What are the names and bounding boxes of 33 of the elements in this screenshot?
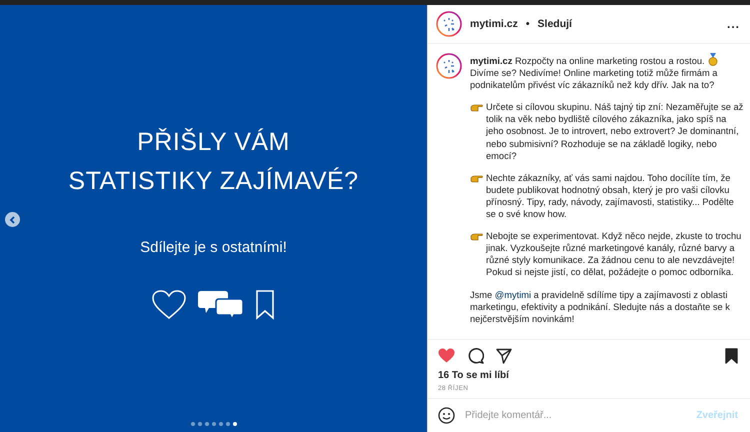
- heart-icon: [152, 290, 186, 320]
- chevron-left-icon: [9, 216, 16, 224]
- caption-text: Divíme se? Nedivíme! Online marketing totiž může firmám a podnikatelům přivést víc zákazníků než kdy dřív. Jak na to?: [470, 67, 718, 92]
- slide-subtitle: Sdílejte je s ostatními!: [140, 239, 287, 256]
- more-options[interactable]: ...: [726, 17, 740, 31]
- pointing-hand-icon: [470, 232, 483, 242]
- caption-text: Jsme @mytimi a pravidelně sdílíme tipy a zajímavosti z oblasti marketingu, efektivity a podnikání. Sledujte nás a dostaňte se k nejčerstvějším novinkám!: [470, 288, 731, 325]
- tip-text: Určete si cílovou skupinu. Náš tajný tip zní: Nezaměřujte se až tolik na věk nebo bydliště cílového zákazníka, jako spíš na jeho osobnost. Je to introvert, nebo extrovert? Je dominantní, nebo submisivní? Rozhoduje se na základě logiky, nebo emocí?: [486, 101, 744, 162]
- pointing-hand-icon: [470, 174, 483, 183]
- tip-text: Nechte zákazníky, ať vás sami najdou. Toho docílíte tím, že budete publikovat hodnotný obsah, který je pro vaši cílovku přínosný. Tipy, rady, návody, zajímavosti, statistiky... Podělte se o své know how.: [486, 172, 735, 220]
- follow-status[interactable]: Sledují: [538, 18, 572, 30]
- tip-text: Nebojte se experimentovat. Když něco nejde, zkuste to trochu jinak. Vyzkoušejte různé marketingové kanály, různé barvy a různé styly komunikace. Za žádnou cenu to ale nevzdávejte! Pokud si nejste jistí, co dělat, požádejte o pomoc odborníka.: [486, 230, 742, 278]
- username[interactable]: mytimi.cz: [470, 18, 518, 30]
- avatar-icon: [436, 11, 462, 37]
- chat-bubbles-icon: [198, 290, 243, 320]
- separator-dot: •: [526, 18, 530, 30]
- medal-icon: [708, 53, 718, 66]
- like-button[interactable]: [438, 348, 455, 363]
- comment-field[interactable]: Přidejte komentář...: [463, 409, 688, 422]
- caption-text: Rozpočty na online marketing rostou a rostou.: [514, 56, 705, 66]
- share-button[interactable]: [496, 348, 512, 364]
- bookmark-icon: [255, 290, 275, 320]
- emoji-icon[interactable]: [438, 407, 455, 424]
- like-count[interactable]: 16 To se mi líbí: [428, 367, 750, 381]
- save-button[interactable]: [725, 348, 738, 364]
- previous-button[interactable]: [5, 212, 20, 227]
- slide-title: STATISTIKY ZAJÍMAVÉ?: [68, 166, 359, 197]
- pointing-hand-icon: [470, 103, 483, 112]
- slide-title: PŘIŠLY VÁM: [136, 127, 291, 158]
- comment-button[interactable]: [467, 347, 484, 364]
- caption-username[interactable]: mytimi.cz: [470, 56, 512, 66]
- avatar-icon: [436, 53, 462, 79]
- mention-link[interactable]: @mytimi: [494, 290, 532, 300]
